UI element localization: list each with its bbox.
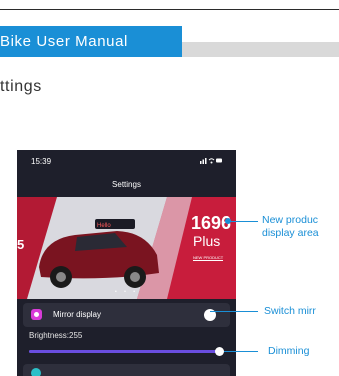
callout-dot-banner bbox=[225, 218, 231, 224]
callout-switch-mirror: Switch mirr bbox=[264, 305, 316, 317]
brightness-slider-fill bbox=[29, 350, 221, 353]
brightness-slider[interactable] bbox=[29, 347, 224, 356]
svg-text:Hello: Hello bbox=[97, 223, 111, 229]
status-time: 15:39 bbox=[31, 157, 52, 166]
status-icons bbox=[200, 157, 224, 166]
brightness-label: Brightness:255 bbox=[29, 331, 83, 340]
header-bar bbox=[182, 42, 339, 57]
section-title: ttings bbox=[0, 78, 42, 95]
manual-title-text: Bike User Manual bbox=[0, 33, 128, 50]
battery-icon bbox=[200, 158, 222, 164]
callout-line-banner bbox=[228, 221, 258, 222]
banner-big-number: 1696 bbox=[191, 213, 232, 233]
callout-dimming: Dimming bbox=[268, 345, 310, 357]
brightness-slider-thumb[interactable] bbox=[215, 347, 224, 356]
mirror-label: Mirror display bbox=[53, 310, 102, 319]
callout-line-dimming bbox=[224, 351, 258, 352]
manual-title: Bike User Manual bbox=[0, 26, 182, 57]
callout-new-product-line1: New produc bbox=[262, 214, 319, 226]
callout-new-product: New produc display area bbox=[262, 214, 319, 240]
banner-pagination: • • • bbox=[114, 289, 139, 295]
top-rule bbox=[0, 9, 339, 10]
banner-plus: Plus bbox=[193, 233, 221, 249]
mirror-icon bbox=[31, 309, 42, 320]
setting-icon bbox=[31, 368, 41, 376]
callout-line-mirror bbox=[210, 311, 258, 312]
phone-screenshot: 15:39 Settings Hello 5 1696 Plus NEW PRO… bbox=[17, 150, 236, 376]
next-setting-row[interactable] bbox=[23, 364, 230, 376]
mirror-display-row: Mirror display bbox=[23, 303, 230, 327]
new-product-banner[interactable]: Hello 5 1696 Plus NEW PRODUCT • • • bbox=[17, 197, 236, 299]
callout-new-product-line2: display area bbox=[262, 227, 319, 239]
banner-left-char: 5 bbox=[17, 237, 25, 252]
banner-sub: NEW PRODUCT bbox=[193, 255, 224, 261]
settings-title: Settings bbox=[112, 180, 141, 189]
